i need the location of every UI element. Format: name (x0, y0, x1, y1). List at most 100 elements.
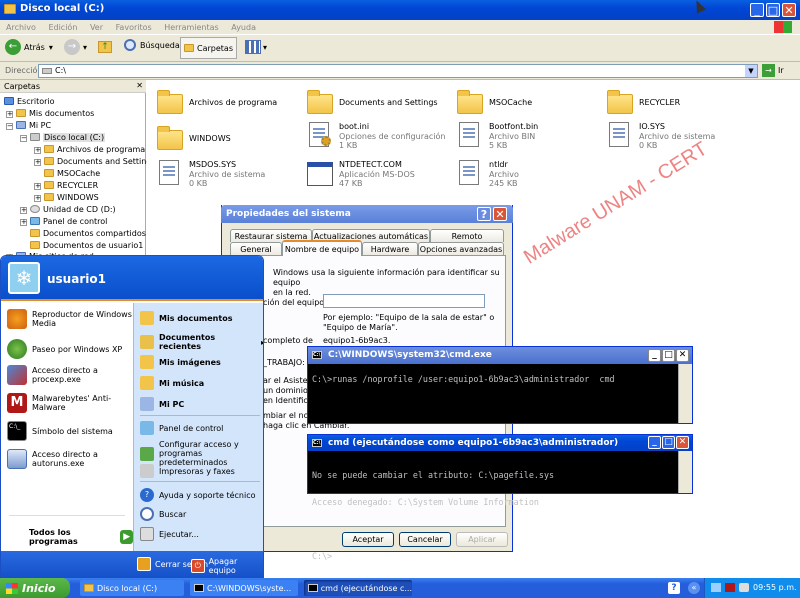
expand-icon[interactable]: + (34, 195, 41, 202)
list-item[interactable]: Bootfont.bin Archivo BIN 5 KB (455, 120, 595, 154)
menu-favoritos[interactable]: Favoritos (116, 23, 152, 32)
list-item[interactable]: MSDOS.SYS Archivo de sistema 0 KB (155, 158, 295, 192)
address-input[interactable]: C:\ ▼ (38, 64, 758, 78)
place-documentos-recientes[interactable]: Documentos recientes▸ (140, 333, 263, 351)
up-folder-button[interactable]: ↑ (98, 41, 112, 53)
expand-icon[interactable]: + (34, 147, 41, 154)
tree-mi-pc[interactable]: − Mi PC (6, 121, 51, 130)
tree-panel-control[interactable]: + Panel de control (20, 217, 107, 226)
program-malwarebytes[interactable]: M Malwarebytes' Anti-Malware (7, 393, 133, 413)
place-panel-control[interactable]: Panel de control (140, 421, 223, 435)
maximize-button[interactable]: □ (662, 349, 675, 362)
program-windows-media[interactable]: Reproductor de Windows Media (7, 309, 132, 329)
list-item[interactable]: IO.SYS Archivo de sistema 0 KB (605, 120, 745, 154)
list-item[interactable]: MSOCache (455, 88, 595, 118)
tree-documentos-compartidos[interactable]: Documentos compartidos (30, 229, 146, 238)
menu-ayuda[interactable]: Ayuda (231, 23, 256, 32)
program-procexp[interactable]: Acceso directo a procexp.exe (7, 365, 98, 385)
malwarebytes-icon[interactable] (725, 583, 735, 592)
minimize-button[interactable]: _ (750, 3, 764, 17)
collapse-icon[interactable]: − (6, 123, 13, 130)
volume-icon[interactable] (739, 583, 749, 592)
tab-nombre-equipo[interactable]: Nombre de equipo (282, 240, 362, 256)
cmd-output[interactable]: No se puede cambiar el atributo: C:\page… (312, 453, 672, 561)
close-button[interactable]: ✕ (676, 436, 689, 449)
tree-msocache[interactable]: MSOCache (44, 169, 100, 178)
list-item[interactable]: ntldr Archivo 245 KB (455, 158, 595, 192)
shutdown-button[interactable]: ⏻ Apagar equipo (191, 557, 263, 575)
close-button[interactable]: ✕ (676, 349, 689, 362)
list-item[interactable]: boot.ini Opciones de configuración 1 KB (305, 120, 450, 154)
folders-button[interactable]: Carpetas (180, 37, 237, 59)
tab-hardware[interactable]: Hardware (362, 242, 418, 255)
tab-general[interactable]: General (230, 242, 282, 255)
cmd-titlebar[interactable]: C:\ cmd (ejecutándose como equipo1-6b9ac… (308, 435, 692, 451)
back-button[interactable]: ← Atrás ▾ (5, 39, 53, 55)
menu-ver[interactable]: Ver (90, 23, 103, 32)
task-cmd-admin[interactable]: cmd (ejecutándose c... (304, 580, 412, 596)
tree-documents-settings[interactable]: + Documents and Settings (34, 157, 156, 166)
tree-escritorio[interactable]: Escritorio (4, 97, 55, 106)
clock[interactable]: 09:55 p.m. (753, 583, 797, 592)
collapse-icon[interactable]: − (20, 135, 27, 142)
expand-icon[interactable]: + (20, 207, 27, 214)
list-item[interactable]: RECYCLER (605, 88, 745, 118)
menu-archivo[interactable]: Archivo (6, 23, 36, 32)
expand-icon[interactable]: + (34, 183, 41, 190)
program-simbolo-sistema[interactable]: C:\_ Símbolo del sistema (7, 421, 113, 441)
scrollbar[interactable] (678, 364, 692, 423)
computer-description-input[interactable] (323, 294, 485, 308)
expand-icon[interactable]: + (6, 111, 13, 118)
tree-recycler[interactable]: + RECYCLER (34, 181, 98, 190)
program-paseo-windows[interactable]: Paseo por Windows XP (7, 339, 122, 359)
menu-edicion[interactable]: Edición (48, 23, 77, 32)
dialog-titlebar[interactable]: Propiedades del sistema ? ✕ (221, 205, 513, 223)
help-button[interactable]: ? (477, 207, 491, 221)
explorer-titlebar[interactable]: Disco local (C:) _ □ ✕ (0, 0, 800, 20)
place-mis-imagenes[interactable]: Mis imágenes (140, 355, 221, 369)
tab-remoto[interactable]: Remoto (430, 229, 504, 242)
minimize-button[interactable]: _ (648, 436, 661, 449)
tree-documentos-usuario1[interactable]: Documentos de usuario1 (30, 241, 143, 250)
views-button[interactable]: ▾ (245, 40, 267, 54)
go-button[interactable]: → Ir (762, 64, 784, 77)
expand-icon[interactable]: + (20, 219, 27, 226)
expand-icon[interactable]: + (34, 159, 41, 166)
tree-disco-local[interactable]: − Disco local (C:) (20, 133, 106, 142)
tree-windows[interactable]: + WINDOWS (34, 193, 99, 202)
close-icon[interactable]: ✕ (136, 81, 143, 90)
menu-herramientas[interactable]: Herramientas (164, 23, 219, 32)
place-impresoras[interactable]: Impresoras y faxes (140, 464, 235, 478)
scrollbar[interactable] (678, 451, 692, 493)
close-button[interactable]: ✕ (493, 207, 507, 221)
network-icon[interactable] (711, 583, 721, 592)
list-item[interactable]: Archivos de programa (155, 88, 295, 118)
place-ayuda[interactable]: ? Ayuda y soporte técnico (140, 488, 256, 502)
close-button[interactable]: ✕ (782, 3, 796, 17)
tree-unidad-cd[interactable]: + Unidad de CD (D:) (20, 205, 116, 214)
list-item[interactable]: WINDOWS (155, 122, 295, 154)
all-programs-button[interactable]: Todos los programas ▶ (29, 528, 133, 546)
cmd-titlebar[interactable]: C:\ C:\WINDOWS\system32\cmd.exe _ □ ✕ (308, 347, 692, 364)
program-autoruns[interactable]: Acceso directo a autoruns.exe (7, 449, 98, 469)
chevron-down-icon[interactable]: ▼ (745, 65, 757, 77)
tree-archivos-programa[interactable]: + Archivos de programa (34, 145, 145, 154)
maximize-button[interactable]: □ (662, 436, 675, 449)
list-item[interactable]: Documents and Settings (305, 88, 450, 118)
place-mi-musica[interactable]: Mi música (140, 376, 204, 390)
place-mis-documentos[interactable]: Mis documentos (140, 311, 232, 325)
minimize-button[interactable]: _ (648, 349, 661, 362)
tree-mis-documentos[interactable]: + Mis documentos (6, 109, 94, 118)
place-mi-pc[interactable]: Mi PC (140, 397, 184, 411)
tab-opciones-avanzadas[interactable]: Opciones avanzadas (418, 242, 504, 255)
maximize-button[interactable]: □ (766, 3, 780, 17)
place-buscar[interactable]: Buscar (140, 507, 186, 521)
chevron-left-icon[interactable]: « (688, 582, 700, 594)
cmd-output[interactable]: C:\>runas /noprofile /user:equipo1-6b9ac… (312, 375, 672, 415)
task-explorer[interactable]: Disco local (C:) (80, 580, 184, 596)
forward-button[interactable]: → ▾ (64, 39, 87, 55)
task-cmd[interactable]: C:\WINDOWS\syste... (190, 580, 298, 596)
list-item[interactable]: NTDETECT.COM Aplicación MS-DOS 47 KB (305, 158, 450, 192)
search-button[interactable]: Búsqueda (124, 39, 180, 51)
start-button[interactable]: Inicio (0, 578, 70, 598)
